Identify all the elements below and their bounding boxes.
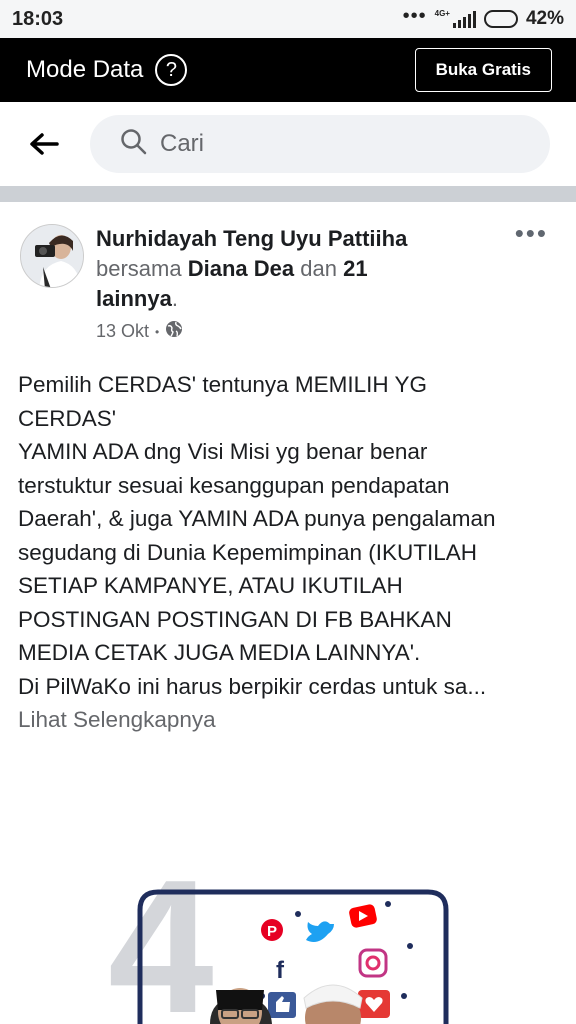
post-date[interactable]: 13 Okt [96,321,149,342]
post-image[interactable]: 4 P f [0,822,576,1024]
battery-icon [483,10,518,28]
meta-separator: • [155,324,160,339]
with-label: bersama [96,256,182,281]
tagged-person[interactable]: Diana Dea [188,256,294,281]
others-label[interactable]: lainnya [96,286,172,311]
twitter-icon [306,921,334,942]
post-card: Nurhidayah Teng Uyu Pattiiha bersama Dia… [0,202,576,1024]
section-divider [0,186,576,202]
data-mode-title: Mode Data [26,56,144,83]
see-more-link[interactable]: Lihat Selengkapnya [18,703,558,737]
author-avatar[interactable] [20,224,84,288]
campaign-number: 4 [108,841,214,1024]
search-icon [120,128,148,161]
instagram-icon [358,948,388,978]
post-text-line: Daerah', & juga YAMIN ADA punya pengalam… [18,506,496,531]
more-options-icon[interactable]: ••• [515,220,548,246]
post-text-line: Di PilWaKo ini harus berpikir cerdas unt… [18,673,487,699]
post-text-line: Pemilih CERDAS' tentunya MEMILIH YG [18,372,428,397]
heart-icon [358,990,390,1018]
status-bar: 18:03 ••• 4G+ 42% [0,0,576,38]
candidate-photo-right [303,984,363,1024]
search-placeholder: Cari [160,130,205,157]
svg-text:f: f [276,957,285,984]
post-header: Nurhidayah Teng Uyu Pattiiha bersama Dia… [96,224,496,343]
search-header: Cari [0,102,576,186]
signal-icon: 4G+ [435,10,476,28]
post-text-line: terstuktur sesuai kesanggupan pendapatan [18,472,450,498]
post-text-line: segudang di Dunia Kepemimpinan (IKUTILAH [18,539,477,565]
pinterest-icon: P [261,919,283,941]
post-body: Pemilih CERDAS' tentunya MEMILIH YG CERD… [18,368,558,737]
post-text-line: POSTINGAN POSTINGAN DI FB BAHKAN [18,606,452,632]
post-text-line: SETIAP KAMPANYE, ATAU IKUTILAH [18,573,403,598]
like-icon [268,992,296,1018]
youtube-icon [349,904,377,928]
back-arrow-icon[interactable] [14,114,74,174]
battery-percent: 42% [525,8,564,29]
author-name[interactable]: Nurhidayah Teng Uyu Pattiiha [96,226,407,251]
post-text-line: CERDAS' [18,405,117,431]
author-line: Nurhidayah Teng Uyu Pattiiha bersama Dia… [96,224,496,314]
post-text-line: YAMIN ADA dng Visi Misi yg benar benar [18,439,428,464]
post-meta: 13 Okt • [96,320,496,343]
free-mode-button[interactable]: Buka Gratis [414,48,552,92]
status-time: 18:03 [12,7,64,30]
period: . [171,286,178,311]
facebook-icon: f [276,957,285,984]
svg-text:P: P [267,923,277,940]
data-mode-bar: Mode Data ? Buka Gratis [0,38,576,102]
status-icons: ••• 4G+ 42% [402,5,564,30]
others-count[interactable]: 21 [343,256,367,281]
and-label: dan [300,256,337,281]
network-type: 4G+ [434,9,450,18]
globe-icon [165,320,183,343]
candidate-photo-left [210,988,272,1024]
help-icon[interactable]: ? [155,54,188,86]
post-text-line: MEDIA CETAK JUGA MEDIA LAINNYA'. [18,640,421,665]
search-input[interactable]: Cari [90,115,550,173]
notification-dots-icon: ••• [402,5,427,27]
